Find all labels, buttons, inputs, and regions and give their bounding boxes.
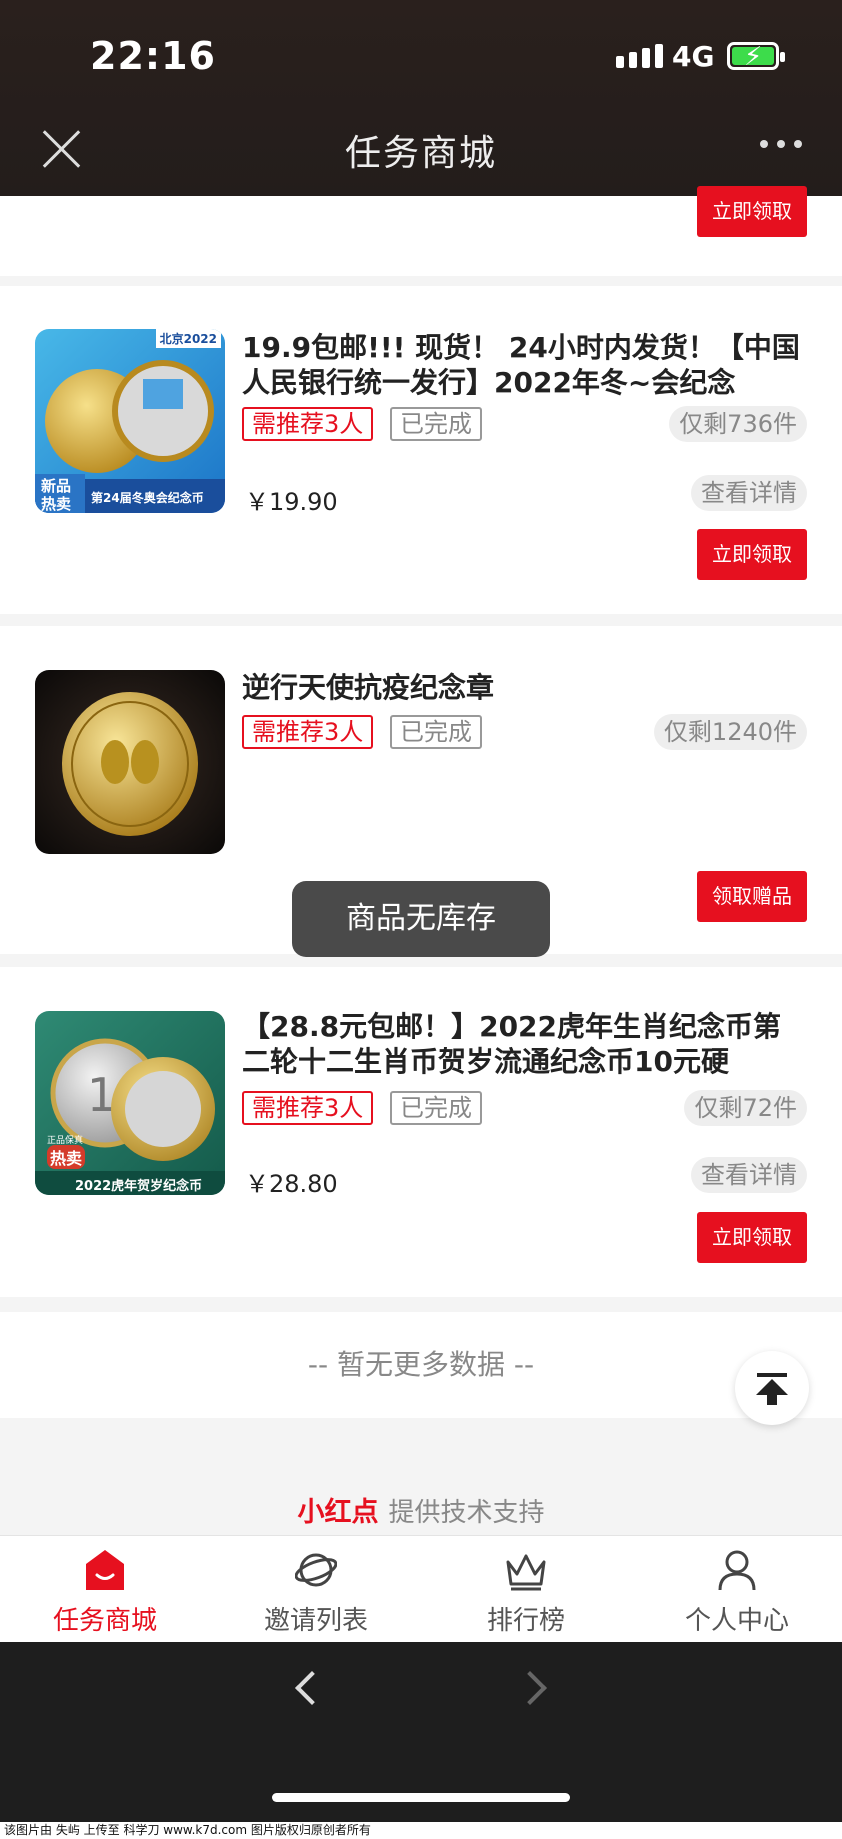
product-title[interactable]: 19.9包邮!!! 现货！ 24小时内发货！【中国人民银行统一发行】2022年冬…: [242, 330, 802, 400]
claim-gift-button[interactable]: 领取赠品: [697, 871, 807, 922]
price: ￥28.80: [245, 1170, 338, 1198]
tab-leaderboard[interactable]: 排行榜: [421, 1536, 631, 1643]
stock-badge: 仅剩736件: [669, 406, 807, 442]
user-icon: [718, 1550, 756, 1591]
view-details-button[interactable]: 查看详情: [691, 1157, 807, 1193]
claim-button[interactable]: 立即领取: [697, 529, 807, 580]
signal-icon: [616, 44, 663, 68]
product-image[interactable]: 10 正品保真 热卖 2022虎年贺岁纪念币: [35, 1011, 225, 1195]
crown-icon: [506, 1554, 546, 1591]
product-card: 10 正品保真 热卖 2022虎年贺岁纪念币 【28.8元包邮！】2022虎年生…: [0, 967, 842, 1297]
tab-label: 个人中心: [684, 1606, 789, 1636]
product-card: 北京2022 新品 热卖 第24届冬奥会纪念币 19.9包邮!!! 现货！ 24…: [0, 286, 842, 614]
tab-task-mall[interactable]: 任务商城: [0, 1536, 210, 1643]
badge-beijing: 北京2022: [155, 329, 221, 348]
watermark-text: 该图片由 失屿 上传至 科学刀 www.k7d.com 图片版权归原创者所有: [0, 1822, 842, 1839]
stock-badge: 仅剩72件: [684, 1090, 807, 1126]
status-time: 22:16: [90, 34, 216, 78]
more-options-button[interactable]: [760, 140, 802, 148]
tab-label: 任务商城: [52, 1606, 157, 1636]
planet-icon: [295, 1553, 337, 1587]
network-type: 4G: [672, 40, 715, 73]
toast-message: 商品无库存: [292, 881, 550, 957]
tab-label: 邀请列表: [263, 1606, 368, 1636]
tab-profile[interactable]: 个人中心: [632, 1536, 842, 1643]
claim-button[interactable]: 立即领取: [697, 186, 807, 237]
tag-required-referrals: 需推荐3人: [242, 715, 374, 749]
tag-required-referrals: 需推荐3人: [242, 407, 374, 441]
tag-required-referrals: 需推荐3人: [242, 1091, 374, 1125]
product-image[interactable]: 北京2022 新品 热卖 第24届冬奥会纪念币: [35, 329, 225, 513]
claim-button[interactable]: 立即领取: [697, 1212, 807, 1263]
support-text: 提供技术支持: [388, 1498, 545, 1528]
support-brand: 小红点: [297, 1497, 379, 1528]
thumb-caption: 2022虎年贺岁纪念币: [75, 1179, 203, 1194]
battery-icon: ⚡: [727, 42, 785, 72]
shop-icon: [86, 1550, 124, 1590]
home-indicator[interactable]: [272, 1793, 570, 1802]
tech-support: 小红点 提供技术支持: [0, 1490, 842, 1529]
app-header: 22:16 4G ⚡ 任务商城: [0, 0, 842, 196]
bottom-tab-bar: 任务商城 邀请列表 排行榜 个人中心: [0, 1535, 842, 1642]
tag-status: 已完成: [390, 407, 482, 441]
badge-hot: 热卖: [41, 495, 72, 513]
tab-label: 排行榜: [486, 1606, 565, 1636]
thumb-caption: 第24届冬奥会纪念币: [91, 491, 204, 505]
stock-badge: 仅剩1240件: [653, 714, 807, 750]
page-title: 任务商城: [344, 133, 497, 174]
view-details-button[interactable]: 查看详情: [691, 475, 807, 511]
scroll-to-top-button[interactable]: [735, 1351, 809, 1425]
product-image[interactable]: [35, 670, 225, 854]
product-title[interactable]: 逆行天使抗疫纪念章: [242, 670, 802, 705]
browser-toolbar: [0, 1642, 842, 1839]
product-card-partial: 立即领取: [0, 186, 842, 276]
tag-status: 已完成: [390, 715, 482, 749]
tab-invite-list[interactable]: 邀请列表: [211, 1536, 421, 1643]
product-title[interactable]: 【28.8元包邮！】2022虎年生肖纪念币第二轮十二生肖币贺岁流通纪念币10元硬: [242, 1009, 802, 1079]
tag-status: 已完成: [390, 1091, 482, 1125]
price: ￥19.90: [245, 488, 338, 516]
list-end-text: -- 暂无更多数据 --: [0, 1312, 842, 1418]
badge-hot: 热卖: [47, 1145, 86, 1169]
